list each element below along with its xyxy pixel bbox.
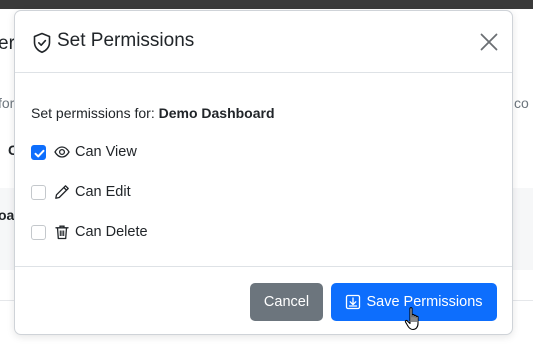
hand-cursor-icon — [404, 307, 419, 331]
trash-icon — [55, 225, 69, 240]
pencil-icon — [55, 185, 69, 199]
can-edit-label[interactable]: Can Edit — [75, 184, 131, 200]
can-edit-checkbox[interactable] — [31, 184, 46, 200]
can-view-checkbox[interactable] — [31, 144, 46, 160]
permissions-target: Set permissions for: Demo Dashboard — [31, 105, 275, 121]
can-view-label[interactable]: Can View — [75, 144, 137, 160]
permission-can-edit[interactable]: Can Edit — [31, 182, 131, 202]
download-box-icon — [346, 294, 361, 310]
dashboard-name: Demo Dashboard — [158, 105, 275, 121]
checkmark-icon — [34, 149, 45, 157]
permissions-for-label: Set permissions for: — [31, 105, 155, 121]
save-permissions-label: Save Permissions — [366, 294, 483, 310]
permission-can-view[interactable]: Can View — [31, 142, 137, 162]
eye-icon — [54, 146, 70, 158]
modal-body: Set permissions for: Demo Dashboard Can … — [15, 73, 512, 266]
background-topbar — [0, 0, 533, 9]
set-permissions-modal: Set Permissions Set permissions for: Dem… — [14, 10, 513, 335]
modal-footer: Cancel Save Permissions — [15, 266, 512, 334]
background-text-fragment: co — [514, 95, 529, 111]
background-text-fragment: for — [0, 95, 15, 111]
modal-title: Set Permissions — [57, 30, 195, 51]
modal-header: Set Permissions — [15, 11, 512, 73]
shield-check-icon — [33, 32, 51, 54]
background-heading-fragment: er — [0, 33, 15, 54]
close-icon[interactable] — [477, 30, 501, 54]
permission-can-delete[interactable]: Can Delete — [31, 222, 148, 242]
can-delete-label[interactable]: Can Delete — [75, 224, 148, 240]
cancel-button[interactable]: Cancel — [250, 283, 323, 321]
can-delete-checkbox[interactable] — [31, 224, 46, 240]
